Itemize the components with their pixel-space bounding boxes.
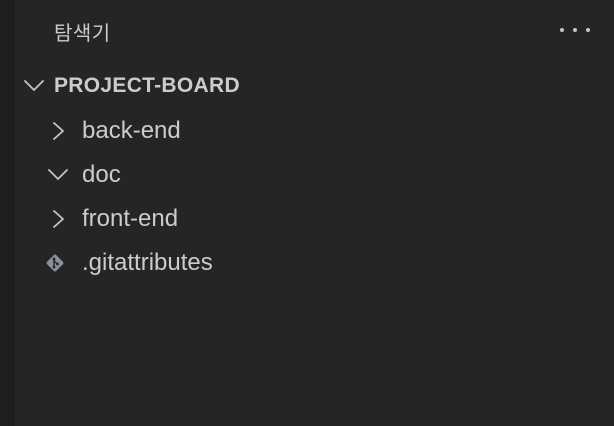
tree-item-label: front-end	[82, 205, 179, 232]
git-file-icon	[46, 254, 64, 272]
tree-item-label: .gitattributes	[82, 249, 213, 276]
explorer-header: 탐색기	[15, 0, 614, 60]
tree-item-gitattributes[interactable]: .gitattributes	[15, 241, 614, 285]
tree-item-doc[interactable]: doc	[15, 153, 614, 197]
project-section-header[interactable]: PROJECT-BOARD	[15, 66, 614, 106]
chevron-down-icon	[48, 169, 68, 180]
tree-item-label: back-end	[82, 117, 181, 144]
tree-item-back-end[interactable]: back-end	[15, 109, 614, 153]
more-actions-button[interactable]	[560, 20, 590, 40]
ellipsis-icon	[560, 28, 564, 32]
project-name: PROJECT-BOARD	[54, 74, 240, 97]
chevron-right-icon	[53, 210, 64, 228]
chevron-right-icon	[53, 122, 64, 140]
ellipsis-icon	[586, 28, 590, 32]
explorer-title: 탐색기	[54, 21, 111, 45]
explorer-panel: 탐색기 PROJECT-BOARD back-end doc front-end…	[15, 0, 614, 426]
activity-bar-edge	[0, 0, 15, 426]
chevron-down-icon	[24, 80, 44, 91]
tree-item-label: doc	[82, 161, 121, 188]
ellipsis-icon	[573, 28, 577, 32]
tree-item-front-end[interactable]: front-end	[15, 197, 614, 241]
vscode-window: 탐색기 PROJECT-BOARD back-end doc front-end…	[0, 0, 614, 426]
